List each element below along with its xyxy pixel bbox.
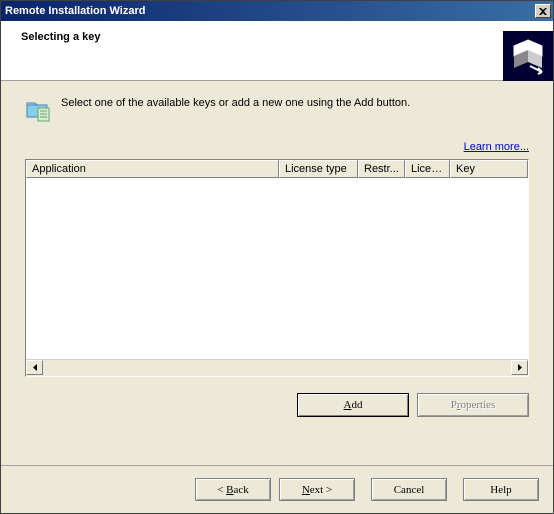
instruction-row: Select one of the available keys or add … — [25, 95, 529, 123]
page-title: Selecting a key — [21, 31, 101, 43]
help-button[interactable]: Help — [463, 478, 539, 501]
learn-more-link[interactable]: Learn more... — [464, 141, 529, 153]
col-restrictions[interactable]: Restr... — [358, 160, 405, 178]
keys-listview[interactable]: Application License type Restr... Licen.… — [25, 159, 529, 377]
listview-header: Application License type Restr... Licen.… — [26, 160, 528, 178]
titlebar: Remote Installation Wizard — [1, 1, 553, 21]
col-license[interactable]: Licen... — [405, 160, 450, 178]
col-key[interactable]: Key — [450, 160, 528, 178]
scroll-left-button[interactable] — [26, 360, 43, 375]
next-button[interactable]: Next > — [279, 478, 355, 501]
add-button[interactable]: Add — [297, 393, 409, 417]
properties-button: Properties — [417, 393, 529, 417]
arrow-right-icon — [518, 364, 522, 371]
listview-buttons: Add Properties — [25, 393, 529, 417]
wizard-footer: < Back Next > Cancel Help — [1, 465, 553, 513]
arrow-left-icon — [33, 364, 37, 371]
back-button[interactable]: < Back — [195, 478, 271, 501]
wizard-banner-icon — [503, 31, 553, 81]
instruction-text: Select one of the available keys or add … — [61, 95, 410, 109]
listview-body[interactable] — [26, 178, 528, 359]
col-application[interactable]: Application — [26, 160, 279, 178]
wizard-header: Selecting a key — [1, 21, 553, 81]
col-license-type[interactable]: License type — [279, 160, 358, 178]
cancel-button[interactable]: Cancel — [371, 478, 447, 501]
wizard-content: Select one of the available keys or add … — [1, 81, 553, 465]
key-folder-icon — [25, 95, 53, 123]
close-icon — [539, 8, 547, 15]
window-title: Remote Installation Wizard — [5, 5, 145, 17]
learn-more-row: Learn more... — [25, 141, 529, 153]
wizard-window: Remote Installation Wizard Selecting a k… — [0, 0, 554, 514]
horizontal-scrollbar[interactable] — [26, 359, 528, 376]
scroll-right-button[interactable] — [511, 360, 528, 375]
close-button[interactable] — [535, 4, 551, 18]
